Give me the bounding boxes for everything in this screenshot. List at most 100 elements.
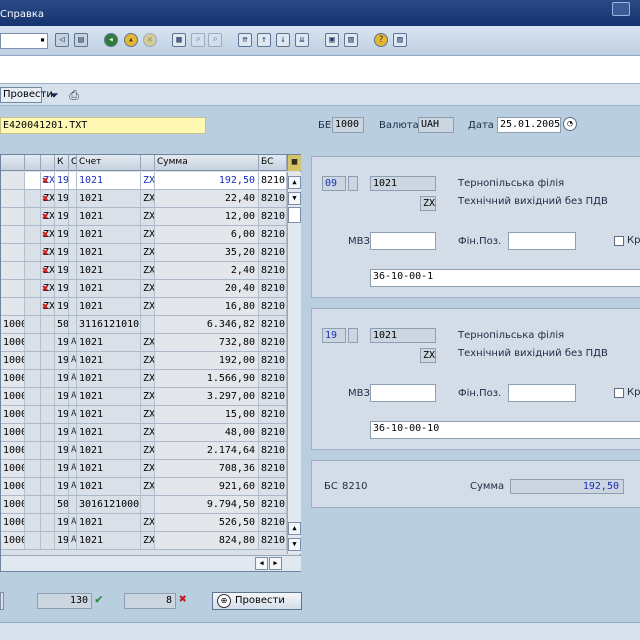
table-cell-c2[interactable] — [41, 442, 55, 459]
next-page-icon[interactable]: ↓ — [276, 33, 290, 47]
find-next-icon[interactable]: ⌕ — [208, 33, 222, 47]
table-row[interactable]: ZX 19 1021 ZX 35,20 8210 ✖ — [1, 244, 287, 262]
table-cell-k[interactable]: 19 — [55, 244, 69, 261]
table-cell-bs[interactable]: 8210 — [259, 280, 287, 297]
table-cell-amount[interactable]: 921,60 — [155, 478, 259, 495]
table-cell-s[interactable]: A — [69, 442, 77, 459]
table-row[interactable]: 1000 19 A 1021 ZX 708,36 8210 — [1, 460, 287, 478]
table-cell-acct[interactable]: 1021 — [77, 334, 141, 351]
back-icon[interactable]: ◂ — [104, 33, 118, 47]
kr-checkbox[interactable] — [614, 236, 624, 246]
table-cell-zx[interactable]: ZX — [141, 370, 155, 387]
table-cell-c1[interactable] — [25, 532, 41, 549]
table-cell-bs[interactable]: 8210 — [259, 406, 287, 423]
table-cell-amount[interactable]: 1.566,90 — [155, 370, 259, 387]
table-cell-c1[interactable] — [25, 190, 41, 207]
table-cell-zx[interactable]: ZX — [141, 388, 155, 405]
table-cell-s[interactable] — [69, 280, 77, 297]
table-cell-c0[interactable] — [1, 244, 25, 261]
table-cell-c0[interactable]: 1000 — [1, 406, 25, 423]
scroll-up-bottom-icon[interactable]: ▲ — [288, 522, 301, 535]
table-cell-k[interactable]: 19 — [55, 208, 69, 225]
table-cell-amount[interactable]: 15,00 — [155, 406, 259, 423]
posting-key-field[interactable]: 09 — [322, 176, 346, 191]
table-cell-c1[interactable] — [25, 316, 41, 333]
table-row[interactable]: 1000 50 3016121000 9.794,50 8210 — [1, 496, 287, 514]
table-cell-k[interactable]: 19 — [55, 370, 69, 387]
table-cell-amount[interactable]: 2,40 — [155, 262, 259, 279]
vertical-scrollbar[interactable]: ▲ ▼ ▲ ▼ — [287, 172, 301, 554]
kr-checkbox[interactable] — [614, 388, 624, 398]
table-cell-bs[interactable]: 8210 — [259, 370, 287, 387]
table-cell-bs[interactable]: 8210 — [259, 424, 287, 441]
table-cell-k[interactable]: 19 — [55, 478, 69, 495]
table-cell-c2[interactable] — [41, 496, 55, 513]
table-cell-c0[interactable]: 1000 — [1, 370, 25, 387]
table-cell-c2[interactable] — [41, 406, 55, 423]
post-button-top[interactable]: Провести — [0, 87, 53, 103]
table-cell-s[interactable]: A — [69, 406, 77, 423]
table-cell-c1[interactable] — [25, 406, 41, 423]
table-row[interactable]: 1000 19 A 1021 ZX 1.566,90 8210 — [1, 370, 287, 388]
table-cell-zx[interactable]: ZX — [141, 406, 155, 423]
column-header-amount[interactable]: Сумма — [155, 155, 259, 171]
table-cell-acct[interactable]: 1021 — [77, 208, 141, 225]
first-page-icon[interactable]: ⇈ — [238, 33, 252, 47]
prev-page-icon[interactable]: ↑ — [257, 33, 271, 47]
table-cell-bs[interactable]: 8210 — [259, 316, 287, 333]
column-header[interactable] — [41, 155, 55, 171]
table-cell-s[interactable]: A — [69, 460, 77, 477]
table-cell-s[interactable] — [69, 262, 77, 279]
table-cell-c0[interactable] — [1, 280, 25, 297]
table-cell-c0[interactable]: 1000 — [1, 316, 25, 333]
sum-field[interactable]: 192,50 — [510, 479, 624, 494]
table-cell-bs[interactable]: 8210 — [259, 226, 287, 243]
find-icon[interactable]: ⌕ — [191, 33, 205, 47]
table-cell-s[interactable]: A — [69, 424, 77, 441]
table-row[interactable]: ZX 19 1021 ZX 2,40 8210 ✖ — [1, 262, 287, 280]
table-cell-c1[interactable] — [25, 496, 41, 513]
table-cell-s[interactable] — [69, 208, 77, 225]
table-cell-bs[interactable]: 8210 — [259, 352, 287, 369]
column-header[interactable] — [141, 155, 155, 171]
table-cell-s[interactable]: A — [69, 334, 77, 351]
table-cell-zx[interactable]: ZX — [141, 244, 155, 261]
print-icon[interactable]: ▦ — [172, 33, 186, 47]
table-cell-bs[interactable]: 8210 — [259, 334, 287, 351]
table-cell-c1[interactable] — [25, 478, 41, 495]
history-icon[interactable]: ◁ — [55, 33, 69, 47]
table-cell-k[interactable]: 19 — [55, 352, 69, 369]
table-cell-c2[interactable] — [41, 478, 55, 495]
table-cell-bs[interactable]: 8210 — [259, 496, 287, 513]
print-preview-icon[interactable]: ⎙ — [66, 87, 82, 103]
table-cell-zx[interactable]: ZX — [141, 442, 155, 459]
table-cell-s[interactable] — [69, 496, 77, 513]
table-cell-c2[interactable] — [41, 316, 55, 333]
table-cell-c0[interactable] — [1, 298, 25, 315]
table-cell-c1[interactable] — [25, 352, 41, 369]
column-header-account[interactable]: Счет — [77, 155, 141, 171]
table-cell-bs[interactable]: 8210 — [259, 244, 287, 261]
save-icon[interactable]: ▤ — [74, 33, 88, 47]
table-row[interactable]: ZX 19 1021 ZX 6,00 8210 ✖ — [1, 226, 287, 244]
table-cell-acct[interactable]: 3116121010 — [77, 316, 141, 333]
table-row[interactable]: ZX 19 1021 ZX 20,40 8210 ✖ — [1, 280, 287, 298]
new-session-icon[interactable]: ▣ — [325, 33, 339, 47]
table-cell-k[interactable]: 19 — [55, 334, 69, 351]
table-cell-c1[interactable] — [25, 280, 41, 297]
table-settings-icon[interactable]: ▦ — [287, 155, 301, 171]
menu-item-help[interactable]: Справка — [0, 9, 44, 20]
window-control-button[interactable] — [612, 2, 630, 16]
table-cell-c1[interactable] — [25, 226, 41, 243]
table-cell-k[interactable]: 19 — [55, 514, 69, 531]
table-cell-acct[interactable]: 1021 — [77, 406, 141, 423]
fin-pos-field[interactable] — [508, 232, 576, 250]
scroll-down-bottom-icon[interactable]: ▼ — [288, 538, 301, 551]
table-cell-s[interactable]: A — [69, 514, 77, 531]
scroll-up-icon[interactable]: ▲ — [288, 176, 301, 189]
table-row[interactable]: 1000 19 A 1021 ZX 2.174,64 8210 — [1, 442, 287, 460]
table-cell-acct[interactable]: 1021 — [77, 352, 141, 369]
line-text-field[interactable]: 36-10-00-1 — [370, 269, 640, 287]
column-header-k[interactable]: К — [55, 155, 69, 171]
table-cell-s[interactable] — [69, 316, 77, 333]
